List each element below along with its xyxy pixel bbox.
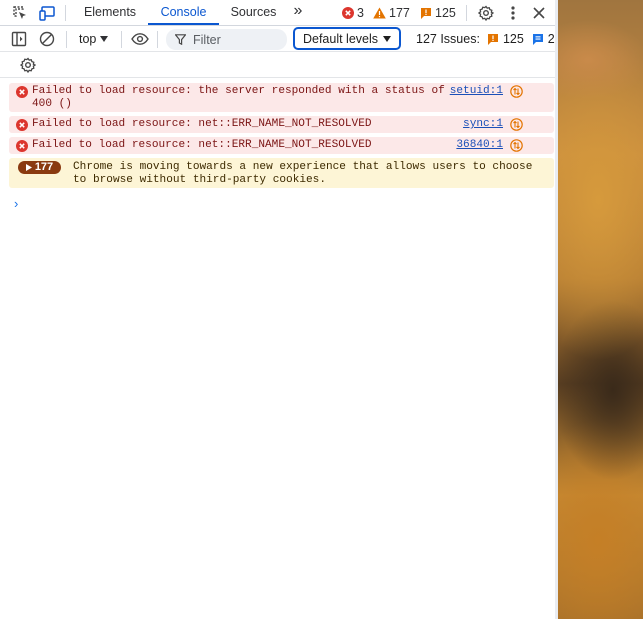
issues-count[interactable]: 125 bbox=[420, 5, 456, 21]
console-error-message[interactable]: Failed to load resource: the server resp… bbox=[9, 83, 554, 112]
issues-count-label: 125 bbox=[435, 6, 456, 20]
expand-triangle-icon bbox=[25, 164, 32, 171]
repeat-count: 177 bbox=[34, 161, 54, 173]
devtools-tabbar: Elements Console Sources » 3 177 125 bbox=[0, 0, 555, 26]
issue-flag-icon bbox=[421, 8, 431, 19]
network-request-icon[interactable] bbox=[510, 118, 523, 131]
settings-gear-icon[interactable] bbox=[477, 4, 495, 22]
error-count-label: 3 bbox=[357, 6, 364, 20]
warning-icon bbox=[373, 7, 386, 19]
sidebar-toggle-icon[interactable] bbox=[10, 30, 28, 48]
default-levels-label: Default levels bbox=[302, 31, 379, 46]
close-icon[interactable] bbox=[530, 4, 548, 22]
console-error-message[interactable]: Failed to load resource: net::ERR_NAME_N… bbox=[9, 116, 554, 133]
warning-count[interactable]: 177 bbox=[373, 5, 410, 21]
issues-label: 127 Issues: bbox=[416, 32, 480, 46]
active-tab-indicator bbox=[148, 23, 219, 25]
network-request-icon[interactable] bbox=[510, 85, 523, 98]
issues-warning-count: 125 bbox=[502, 32, 524, 46]
tab-sources[interactable]: Sources bbox=[225, 0, 282, 26]
error-icon bbox=[16, 86, 28, 98]
network-request-icon[interactable] bbox=[510, 139, 523, 152]
more-tabs-button[interactable]: » bbox=[287, 0, 309, 26]
clear-console-icon[interactable] bbox=[38, 30, 56, 48]
live-expression-eye-icon[interactable] bbox=[130, 30, 150, 48]
inspect-element-icon[interactable] bbox=[11, 4, 29, 22]
context-selector[interactable]: top bbox=[79, 32, 109, 46]
console-error-message[interactable]: Failed to load resource: net::ERR_NAME_N… bbox=[9, 137, 554, 154]
device-toolbar-icon[interactable] bbox=[38, 4, 56, 22]
chevron-down-icon bbox=[100, 36, 109, 42]
source-link[interactable]: sync:1 bbox=[463, 118, 503, 131]
message-text: Failed to load resource: net::ERR_NAME_N… bbox=[32, 118, 372, 130]
chevron-down-icon bbox=[383, 35, 392, 42]
default-levels-dropdown[interactable]: Default levels bbox=[293, 27, 401, 50]
error-icon bbox=[16, 140, 28, 152]
repeat-count-badge[interactable]: 177 bbox=[18, 161, 61, 174]
background-page-photo bbox=[558, 0, 643, 619]
message-text: Failed to load resource: net::ERR_NAME_N… bbox=[32, 139, 372, 151]
issues-button[interactable]: 127 Issues: 125 2 bbox=[416, 32, 555, 46]
devtools-panel: Elements Console Sources » 3 177 125 top… bbox=[0, 0, 558, 619]
issue-flag-icon bbox=[487, 34, 498, 45]
filter-input[interactable] bbox=[193, 32, 273, 47]
source-link[interactable]: 36840:1 bbox=[456, 139, 503, 152]
issues-info-count: 2 bbox=[547, 32, 555, 46]
console-settings-gear-icon[interactable] bbox=[19, 56, 37, 74]
console-warning-group[interactable]: 177 Chrome is moving towards a new exper… bbox=[9, 158, 554, 188]
tab-elements[interactable]: Elements bbox=[78, 0, 142, 26]
filter-funnel-icon bbox=[175, 34, 186, 45]
error-icon bbox=[16, 119, 28, 131]
context-selector-label: top bbox=[79, 32, 97, 46]
console-toolbar: top Default levels 127 Issues: 125 2 bbox=[0, 27, 555, 52]
info-message-icon bbox=[532, 34, 543, 45]
error-icon bbox=[342, 7, 354, 19]
more-options-icon[interactable] bbox=[504, 4, 522, 22]
console-prompt[interactable]: › bbox=[14, 196, 18, 211]
console-settings-row bbox=[0, 53, 555, 78]
message-text: Failed to load resource: the server resp… bbox=[32, 85, 445, 97]
error-count[interactable]: 3 bbox=[342, 5, 364, 21]
message-text: 400 () bbox=[32, 98, 72, 110]
filter-input-box[interactable] bbox=[166, 29, 287, 50]
message-text: Chrome is moving towards a new experienc… bbox=[73, 161, 533, 173]
source-link[interactable]: setuid:1 bbox=[450, 85, 503, 98]
warning-count-label: 177 bbox=[389, 6, 410, 20]
message-text: to browse without third-party cookies. bbox=[73, 174, 326, 186]
